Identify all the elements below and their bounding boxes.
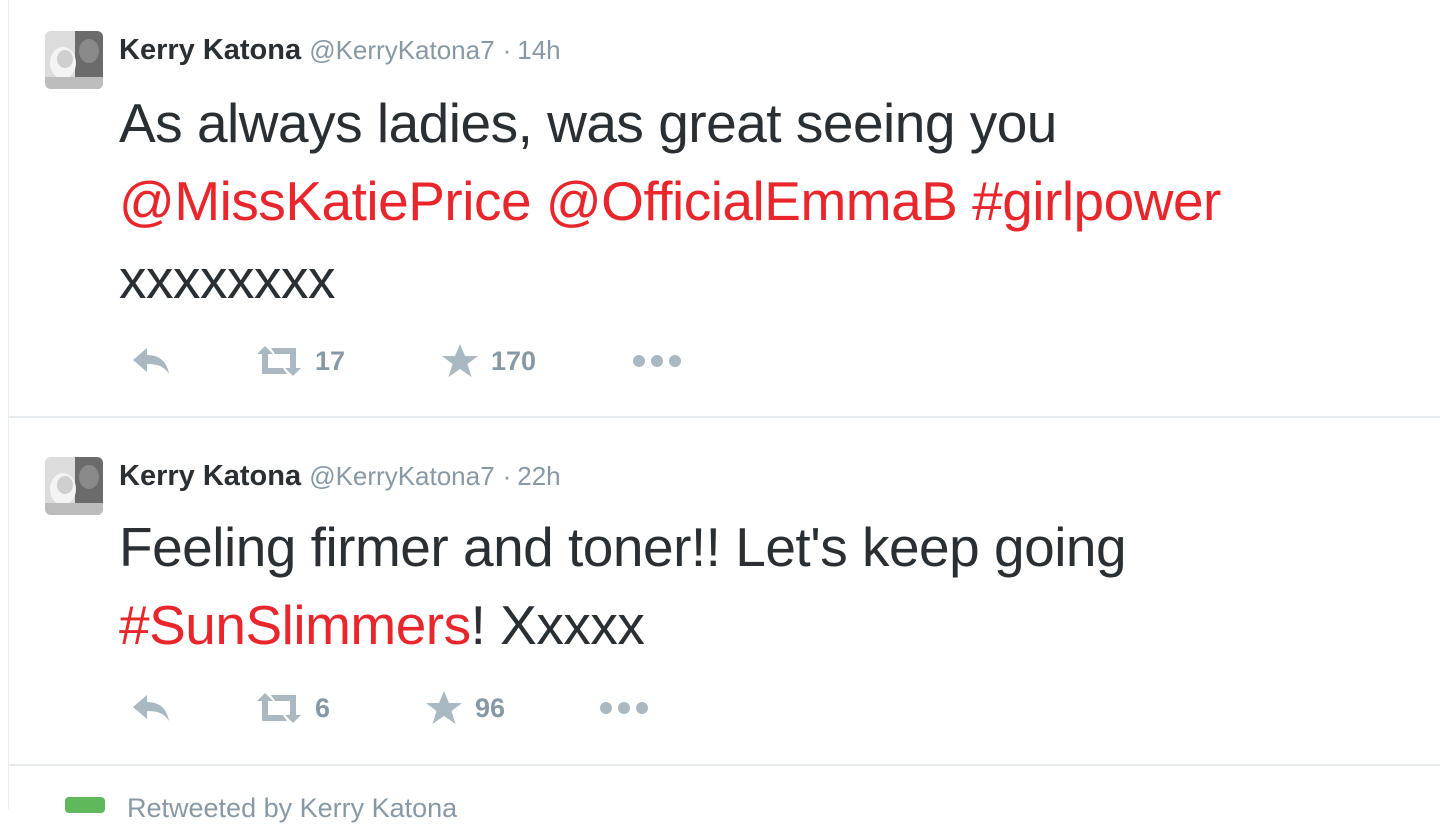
tweet-actions: 6 96 (119, 683, 819, 733)
retweet-button[interactable]: 17 (255, 336, 345, 386)
tweet-timestamp[interactable]: 14h (517, 35, 560, 65)
tweet-text-fragment: ! Xxxxx (470, 594, 645, 656)
tweet-text-line: #SunSlimmers! Xxxxx (119, 586, 1409, 664)
author-avatar[interactable] (45, 457, 103, 515)
more-button[interactable] (632, 336, 682, 386)
retweet-icon (257, 346, 301, 376)
reply-button[interactable] (129, 683, 173, 733)
tweet-header: Kerry Katona @KerryKatona7 · 22h (119, 459, 561, 493)
author-name[interactable]: Kerry Katona (119, 460, 301, 492)
separator-dot: · (502, 35, 512, 65)
tweet-timestamp[interactable]: 22h (517, 461, 560, 491)
more-icon (633, 355, 681, 367)
retweet-icon (257, 693, 301, 723)
tweet-timeline: Kerry Katona @KerryKatona7 · 14h As always… (8, 0, 1440, 823)
favorite-count: 170 (491, 345, 537, 376)
favorite-button[interactable]: 96 (425, 683, 505, 733)
reply-icon (133, 695, 169, 721)
star-icon (426, 691, 462, 724)
star-icon (442, 344, 478, 377)
hashtag-link[interactable]: #girlpower (972, 170, 1221, 232)
reply-button[interactable] (129, 336, 173, 386)
next-tweet-context[interactable]: Retweeted by Kerry Katona (9, 766, 1440, 823)
author-name[interactable]: Kerry Katona (119, 34, 301, 66)
retweet-button[interactable]: 6 (255, 683, 330, 733)
tweet-actions: 17 170 (119, 336, 819, 386)
author-handle[interactable]: @KerryKatona7 (309, 35, 494, 65)
favorite-button[interactable]: 170 (441, 336, 536, 386)
tweet-header: Kerry Katona @KerryKatona7 · 14h (119, 33, 561, 67)
tweet-text-line: @MissKatiePrice @OfficialEmmaB #girlpowe… (119, 162, 1409, 240)
more-button[interactable] (599, 683, 649, 733)
tweet-text: Feeling firmer and toner!! Let's keep go… (119, 508, 1409, 664)
separator-dot: · (502, 461, 512, 491)
tweet-text-line: xxxxxxxx (119, 248, 336, 310)
mention-link[interactable]: @MissKatiePrice (119, 170, 532, 232)
retweet-count: 6 (315, 692, 331, 723)
tweet[interactable]: Kerry Katona @KerryKatona7 · 14h As always… (9, 0, 1440, 416)
tweet-text-line: Feeling firmer and toner!! Let's keep go… (119, 516, 1127, 578)
author-avatar[interactable] (45, 31, 103, 89)
favorite-count: 96 (475, 692, 506, 723)
mention-link[interactable]: @OfficialEmmaB (546, 170, 958, 232)
retweet-count: 17 (315, 345, 346, 376)
author-handle[interactable]: @KerryKatona7 (309, 461, 494, 491)
retweet-badge-icon (65, 797, 105, 813)
tweet-text-line: As always ladies, was great seeing you (119, 92, 1057, 154)
tweet-text: As always ladies, was great seeing you @… (119, 84, 1409, 318)
hashtag-link[interactable]: #SunSlimmers (119, 594, 471, 656)
reply-icon (133, 348, 169, 374)
tweet[interactable]: Kerry Katona @KerryKatona7 · 22h Feeling f… (9, 418, 1440, 764)
more-icon (600, 702, 648, 714)
